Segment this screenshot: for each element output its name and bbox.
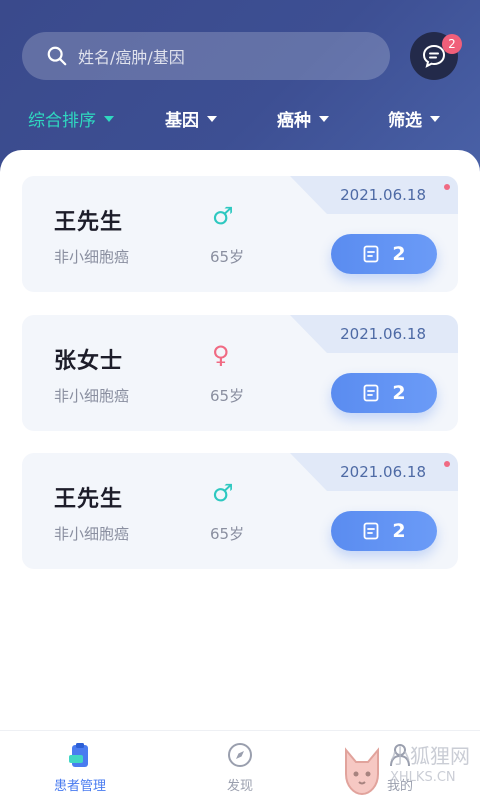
search-icon	[47, 46, 67, 66]
male-icon: ♂	[212, 479, 234, 507]
message-count-badge: 2	[442, 34, 462, 54]
filter-gene-label: 基因	[165, 111, 199, 131]
tab-patient-management-label: 患者管理	[53, 779, 106, 794]
patient-name: 王先生	[54, 487, 124, 512]
patient-card[interactable]: 2021.06.18 张女士 ♀ 非小细胞癌 65岁 2	[22, 315, 458, 431]
watermark-text-en: XHLKS.CN	[390, 770, 456, 785]
messages-button[interactable]: 2	[410, 32, 462, 80]
caret-down-icon	[319, 115, 329, 122]
document-icon	[363, 245, 379, 263]
clipboard-icon	[69, 743, 88, 767]
tab-discover-label: 发现	[226, 779, 253, 794]
reports-button[interactable]: 2	[331, 373, 437, 413]
report-count: 2	[392, 243, 406, 265]
unread-dot	[444, 461, 450, 467]
fox-logo-icon	[345, 747, 379, 796]
patient-age: 65岁	[210, 248, 245, 266]
caret-down-icon	[207, 115, 217, 122]
search-input[interactable]: 姓名/癌肿/基因	[22, 32, 390, 80]
patient-age: 65岁	[210, 525, 245, 543]
filter-gene[interactable]: 基因	[165, 106, 217, 131]
filter-bar: 综合排序 基因 癌种 筛选	[0, 106, 480, 136]
filter-cancer-type[interactable]: 癌种	[277, 106, 329, 131]
filter-cancer-type-label: 癌种	[277, 111, 311, 131]
patient-card[interactable]: 2021.06.18 王先生 ♂ 非小细胞癌 65岁 2	[22, 453, 458, 569]
visit-date: 2021.06.18	[340, 463, 426, 481]
visit-date: 2021.06.18	[340, 325, 426, 343]
report-count: 2	[392, 520, 406, 542]
male-icon: ♂	[212, 202, 234, 230]
patient-age: 65岁	[210, 387, 245, 405]
report-count: 2	[392, 382, 406, 404]
tab-patient-management[interactable]: 患者管理	[20, 731, 140, 800]
patient-name: 王先生	[54, 210, 124, 235]
watermark-text-cn: 小狐狸网	[390, 744, 470, 768]
filter-sort-label: 综合排序	[28, 111, 96, 131]
document-icon	[363, 522, 379, 540]
reports-button[interactable]: 2	[331, 511, 437, 551]
unread-dot	[444, 184, 450, 190]
filter-sort[interactable]: 综合排序	[28, 106, 114, 131]
caret-down-icon	[430, 115, 440, 122]
patient-list: 2021.06.18 王先生 ♂ 非小细胞癌 65岁 2 2021.06.18 …	[0, 150, 480, 740]
watermark-logo: 小狐狸网 XHLKS.CN	[338, 736, 478, 800]
caret-down-icon	[104, 115, 114, 122]
tab-discover[interactable]: 发现	[180, 731, 300, 800]
diagnosis: 非小细胞癌	[54, 248, 130, 266]
female-icon: ♀	[212, 341, 230, 369]
filter-screen-label: 筛选	[388, 111, 422, 131]
patient-name: 张女士	[54, 349, 124, 374]
diagnosis: 非小细胞癌	[54, 525, 130, 543]
patient-card[interactable]: 2021.06.18 王先生 ♂ 非小细胞癌 65岁 2	[22, 176, 458, 292]
search-placeholder: 姓名/癌肿/基因	[78, 48, 185, 67]
filter-screen[interactable]: 筛选	[388, 106, 440, 131]
compass-icon	[228, 743, 252, 767]
document-icon	[363, 384, 379, 402]
diagnosis: 非小细胞癌	[54, 387, 130, 405]
reports-button[interactable]: 2	[331, 234, 437, 274]
visit-date: 2021.06.18	[340, 186, 426, 204]
